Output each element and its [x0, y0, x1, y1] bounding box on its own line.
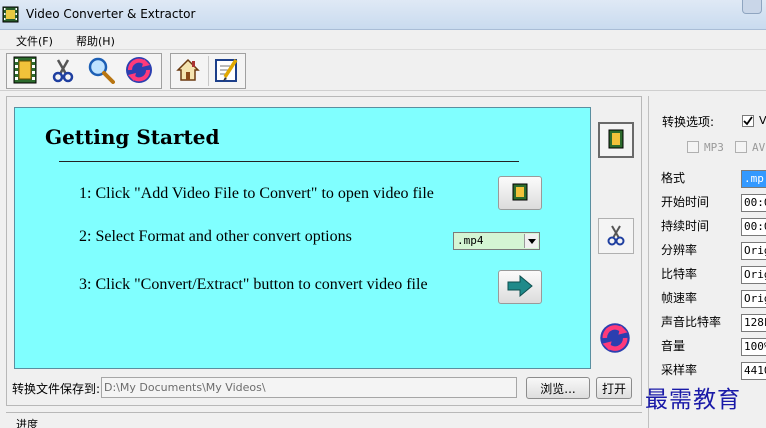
video-checkbox[interactable] [742, 115, 754, 127]
getting-started-title: Getting Started [45, 125, 220, 149]
prop-field-bitrate[interactable]: Orig [741, 266, 766, 284]
edit-icon [214, 57, 240, 86]
scissors-icon [606, 224, 626, 249]
menu-bar: 文件(F) 帮助(H) [0, 30, 766, 50]
browse-button[interactable]: 浏览... [526, 377, 590, 399]
avi-checkbox-label: AV [752, 141, 766, 154]
edit-button[interactable] [212, 56, 242, 86]
open-button[interactable]: 打开 [596, 377, 632, 399]
toolbar [0, 51, 766, 91]
window-control-button[interactable] [742, 0, 762, 14]
prop-field-volume[interactable]: 100% [741, 338, 766, 356]
title-bar: Video Converter & Extractor [0, 0, 766, 30]
toolbar-group-main [6, 53, 162, 89]
toolbar-separator [208, 56, 209, 86]
prop-label-bitrate: 比特率 [661, 267, 698, 281]
arrow-right-icon [507, 274, 533, 300]
options-title: 转换选项: [662, 115, 715, 129]
film-app-icon [2, 6, 19, 23]
format-select[interactable]: .mp4 [453, 232, 540, 250]
prop-field-sample-rate[interactable]: 4410 [741, 362, 766, 380]
progress-label: 进度 [14, 416, 40, 428]
chevron-down-icon[interactable] [524, 234, 538, 248]
cut-button[interactable] [48, 56, 78, 86]
save-path-input[interactable]: D:\My Documents\My Videos\ [101, 377, 517, 398]
menu-file[interactable]: 文件(F) [16, 33, 53, 49]
prop-label-audio-bitrate: 声音比特率 [661, 315, 722, 329]
convert-step-button[interactable] [498, 270, 542, 304]
home-icon [176, 58, 200, 85]
prop-label-framerate: 帧速率 [661, 291, 698, 305]
progress-frame [6, 412, 642, 428]
step-1-text: 1: Click "Add Video File to Convert" to … [79, 185, 434, 202]
prop-label-resolution: 分辨率 [661, 243, 698, 257]
search-button[interactable] [86, 56, 116, 86]
cut-side-button[interactable] [598, 218, 634, 254]
mp3-checkbox-label: MP3 [704, 141, 724, 154]
window-title: Video Converter & Extractor [26, 7, 196, 21]
convert-button[interactable] [124, 56, 154, 86]
film-icon [512, 183, 528, 204]
prop-field-audio-bitrate[interactable]: 128k [741, 314, 766, 332]
convert-icon [598, 321, 632, 358]
film-icon [608, 129, 624, 152]
getting-started-panel: Getting Started 1: Click "Add Video File… [14, 107, 591, 369]
prop-label-format: 格式 [661, 171, 686, 185]
prop-label-volume: 音量 [661, 339, 686, 353]
mp3-checkbox[interactable] [687, 141, 699, 153]
add-video-step-button[interactable] [498, 176, 542, 210]
step-2-text: 2: Select Format and other convert optio… [79, 228, 352, 245]
add-video-side-button[interactable] [598, 122, 634, 158]
avi-checkbox[interactable] [735, 141, 747, 153]
convert-side-button[interactable] [597, 321, 633, 357]
title-divider [59, 161, 519, 162]
prop-field-start-time[interactable]: 00:0 [741, 194, 766, 212]
format-select-value: .mp4 [457, 234, 484, 247]
convert-icon [124, 55, 154, 88]
menu-help[interactable]: 帮助(H) [76, 33, 115, 49]
toolbar-group-extra [170, 53, 246, 89]
add-video-button[interactable] [10, 56, 40, 86]
step-3-text: 3: Click "Convert/Extract" button to con… [79, 276, 428, 293]
video-checkbox-label: V [759, 114, 766, 127]
prop-field-resolution[interactable]: Orig [741, 242, 766, 260]
prop-label-duration: 持续时间 [661, 219, 710, 233]
prop-field-duration[interactable]: 00:0 [741, 218, 766, 236]
save-path-label: 转换文件保存到: [12, 382, 101, 396]
watermark-text: 最需教育 [645, 387, 741, 413]
prop-label-start-time: 开始时间 [661, 195, 710, 209]
prop-field-framerate[interactable]: Orig [741, 290, 766, 308]
film-icon [12, 56, 38, 87]
magnifier-icon [87, 56, 115, 87]
prop-label-sample-rate: 采样率 [661, 363, 698, 377]
prop-field-format[interactable]: .mp [741, 170, 766, 188]
home-button[interactable] [173, 56, 203, 86]
scissors-icon [51, 57, 75, 86]
